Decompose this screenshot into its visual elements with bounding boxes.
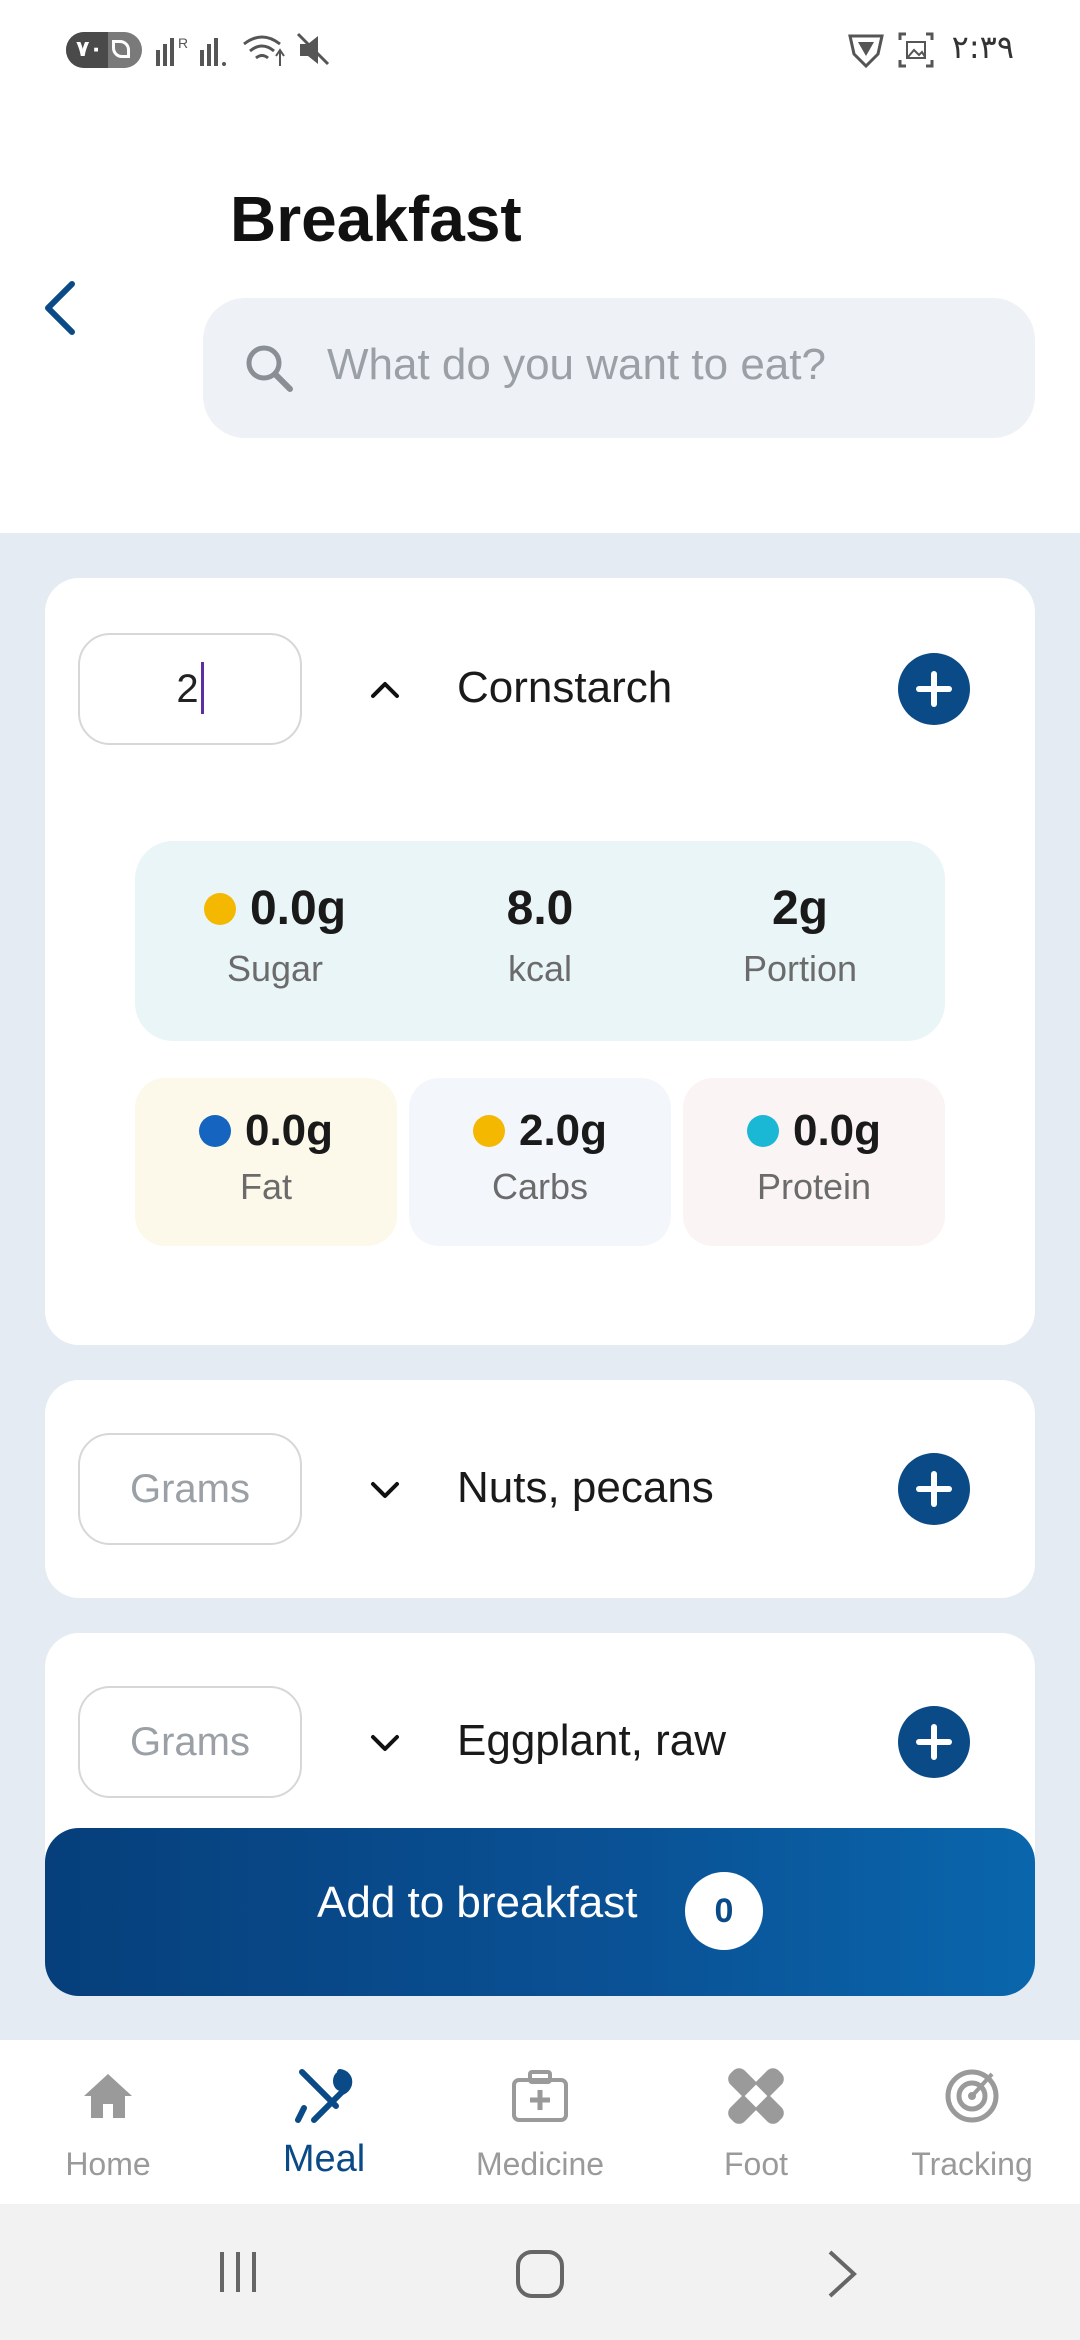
mute-icon (296, 32, 330, 66)
add-to-breakfast-button[interactable]: Add to breakfast 0 (45, 1828, 1035, 1996)
utensils-icon (295, 2069, 353, 2123)
sugar-dot (203, 892, 236, 925)
selected-count-badge: 0 (685, 1872, 763, 1950)
portion-stat: 2g Portion (675, 881, 925, 990)
page-title: Breakfast (230, 183, 522, 255)
carbs-value: 2.0g (518, 1106, 608, 1155)
home-icon (84, 2074, 132, 2118)
fat-stat: 0.0g Fat (135, 1078, 397, 1246)
fat-value: 0.0g (244, 1106, 334, 1155)
screenshot-icon (898, 32, 934, 68)
add-food-button[interactable] (898, 1706, 970, 1778)
svg-text:R: R (178, 35, 188, 51)
back-button-icon[interactable] (822, 2248, 862, 2300)
back-arrow-icon[interactable] (40, 278, 80, 338)
nav-label: Foot (723, 2146, 789, 2182)
chevron-down-icon[interactable] (367, 1478, 403, 1502)
status-bar: ٧٠ R ٢:٣٩ (0, 0, 1080, 100)
medicine-kit-icon (512, 2070, 568, 2122)
search-icon (246, 345, 293, 392)
nav-label: Meal (282, 2138, 366, 2180)
sugar-label: Sugar (226, 948, 324, 989)
grams-input[interactable]: 2 (78, 633, 302, 745)
carbs-stat: 2.0g Carbs (409, 1078, 671, 1246)
portion-label: Portion (742, 948, 858, 989)
battery-saver-icon (112, 40, 130, 58)
food-name: Eggplant, raw (457, 1716, 727, 1765)
nav-label: Medicine (475, 2146, 605, 2182)
fat-dot (198, 1115, 231, 1147)
nav-item-foot[interactable]: Foot (648, 2040, 864, 2204)
nav-item-medicine[interactable]: Medicine (432, 2040, 648, 2204)
add-food-button[interactable] (898, 653, 970, 725)
clock: ٢:٣٩ (951, 28, 1014, 66)
portion-value: 2g (771, 882, 828, 935)
search-input[interactable]: What do you want to eat? (203, 298, 1035, 438)
system-nav-bar (0, 2204, 1080, 2340)
chevron-up-icon[interactable] (367, 678, 403, 702)
food-card-cornstarch: 2 Cornstarch 0.0g Sugar 8.0 kcal 2g Port… (45, 578, 1035, 1345)
grams-input[interactable]: Grams (78, 1433, 302, 1545)
chevron-down-icon[interactable] (367, 1731, 403, 1755)
bandage-icon (728, 2068, 784, 2124)
recent-apps-icon[interactable] (214, 2248, 262, 2296)
battery-indicator: ٧٠ (66, 32, 142, 68)
food-name: Cornstarch (457, 663, 673, 712)
carbs-label: Carbs (491, 1166, 589, 1207)
nav-label: Home (65, 2146, 151, 2182)
add-button-label: Add to breakfast (317, 1878, 638, 1927)
text-cursor (200, 662, 204, 715)
home-button-icon[interactable] (514, 2248, 566, 2300)
protein-label: Protein (756, 1166, 872, 1207)
battery-level: ٧٠ (76, 37, 103, 62)
protein-dot (746, 1115, 779, 1147)
wifi-icon (243, 35, 285, 66)
carbs-dot (472, 1115, 505, 1147)
protein-stat: 0.0g Protein (683, 1078, 945, 1246)
kcal-label: kcal (507, 948, 573, 989)
nav-item-tracking[interactable]: Tracking (864, 2040, 1080, 2204)
nav-item-home[interactable]: Home (0, 2040, 216, 2204)
nav-label: Tracking (911, 2146, 1033, 2182)
protein-value: 0.0g (792, 1106, 882, 1155)
search-placeholder: What do you want to eat? (327, 340, 826, 389)
vpn-shield-icon (848, 34, 884, 69)
food-list[interactable]: 2 Cornstarch 0.0g Sugar 8.0 kcal 2g Port… (0, 533, 1080, 2040)
sugar-stat: 0.0g Sugar (150, 881, 400, 990)
fat-label: Fat (239, 1166, 292, 1207)
grams-value: 2 (176, 667, 199, 711)
sugar-value: 0.0g (249, 882, 347, 935)
grams-input[interactable]: Grams (78, 1686, 302, 1798)
kcal-value: 8.0 (506, 882, 574, 935)
target-icon (945, 2069, 999, 2123)
food-card-nuts-pecans: Grams Nuts, pecans (45, 1380, 1035, 1598)
nutrition-summary: 0.0g Sugar 8.0 kcal 2g Portion (135, 841, 945, 1041)
nav-item-meal[interactable]: Meal (216, 2040, 432, 2204)
food-name: Nuts, pecans (457, 1463, 714, 1512)
bottom-nav: Home Meal Medicine Foot Tracking (0, 2040, 1080, 2204)
add-food-button[interactable] (898, 1453, 970, 1525)
kcal-stat: 8.0 kcal (415, 881, 665, 990)
